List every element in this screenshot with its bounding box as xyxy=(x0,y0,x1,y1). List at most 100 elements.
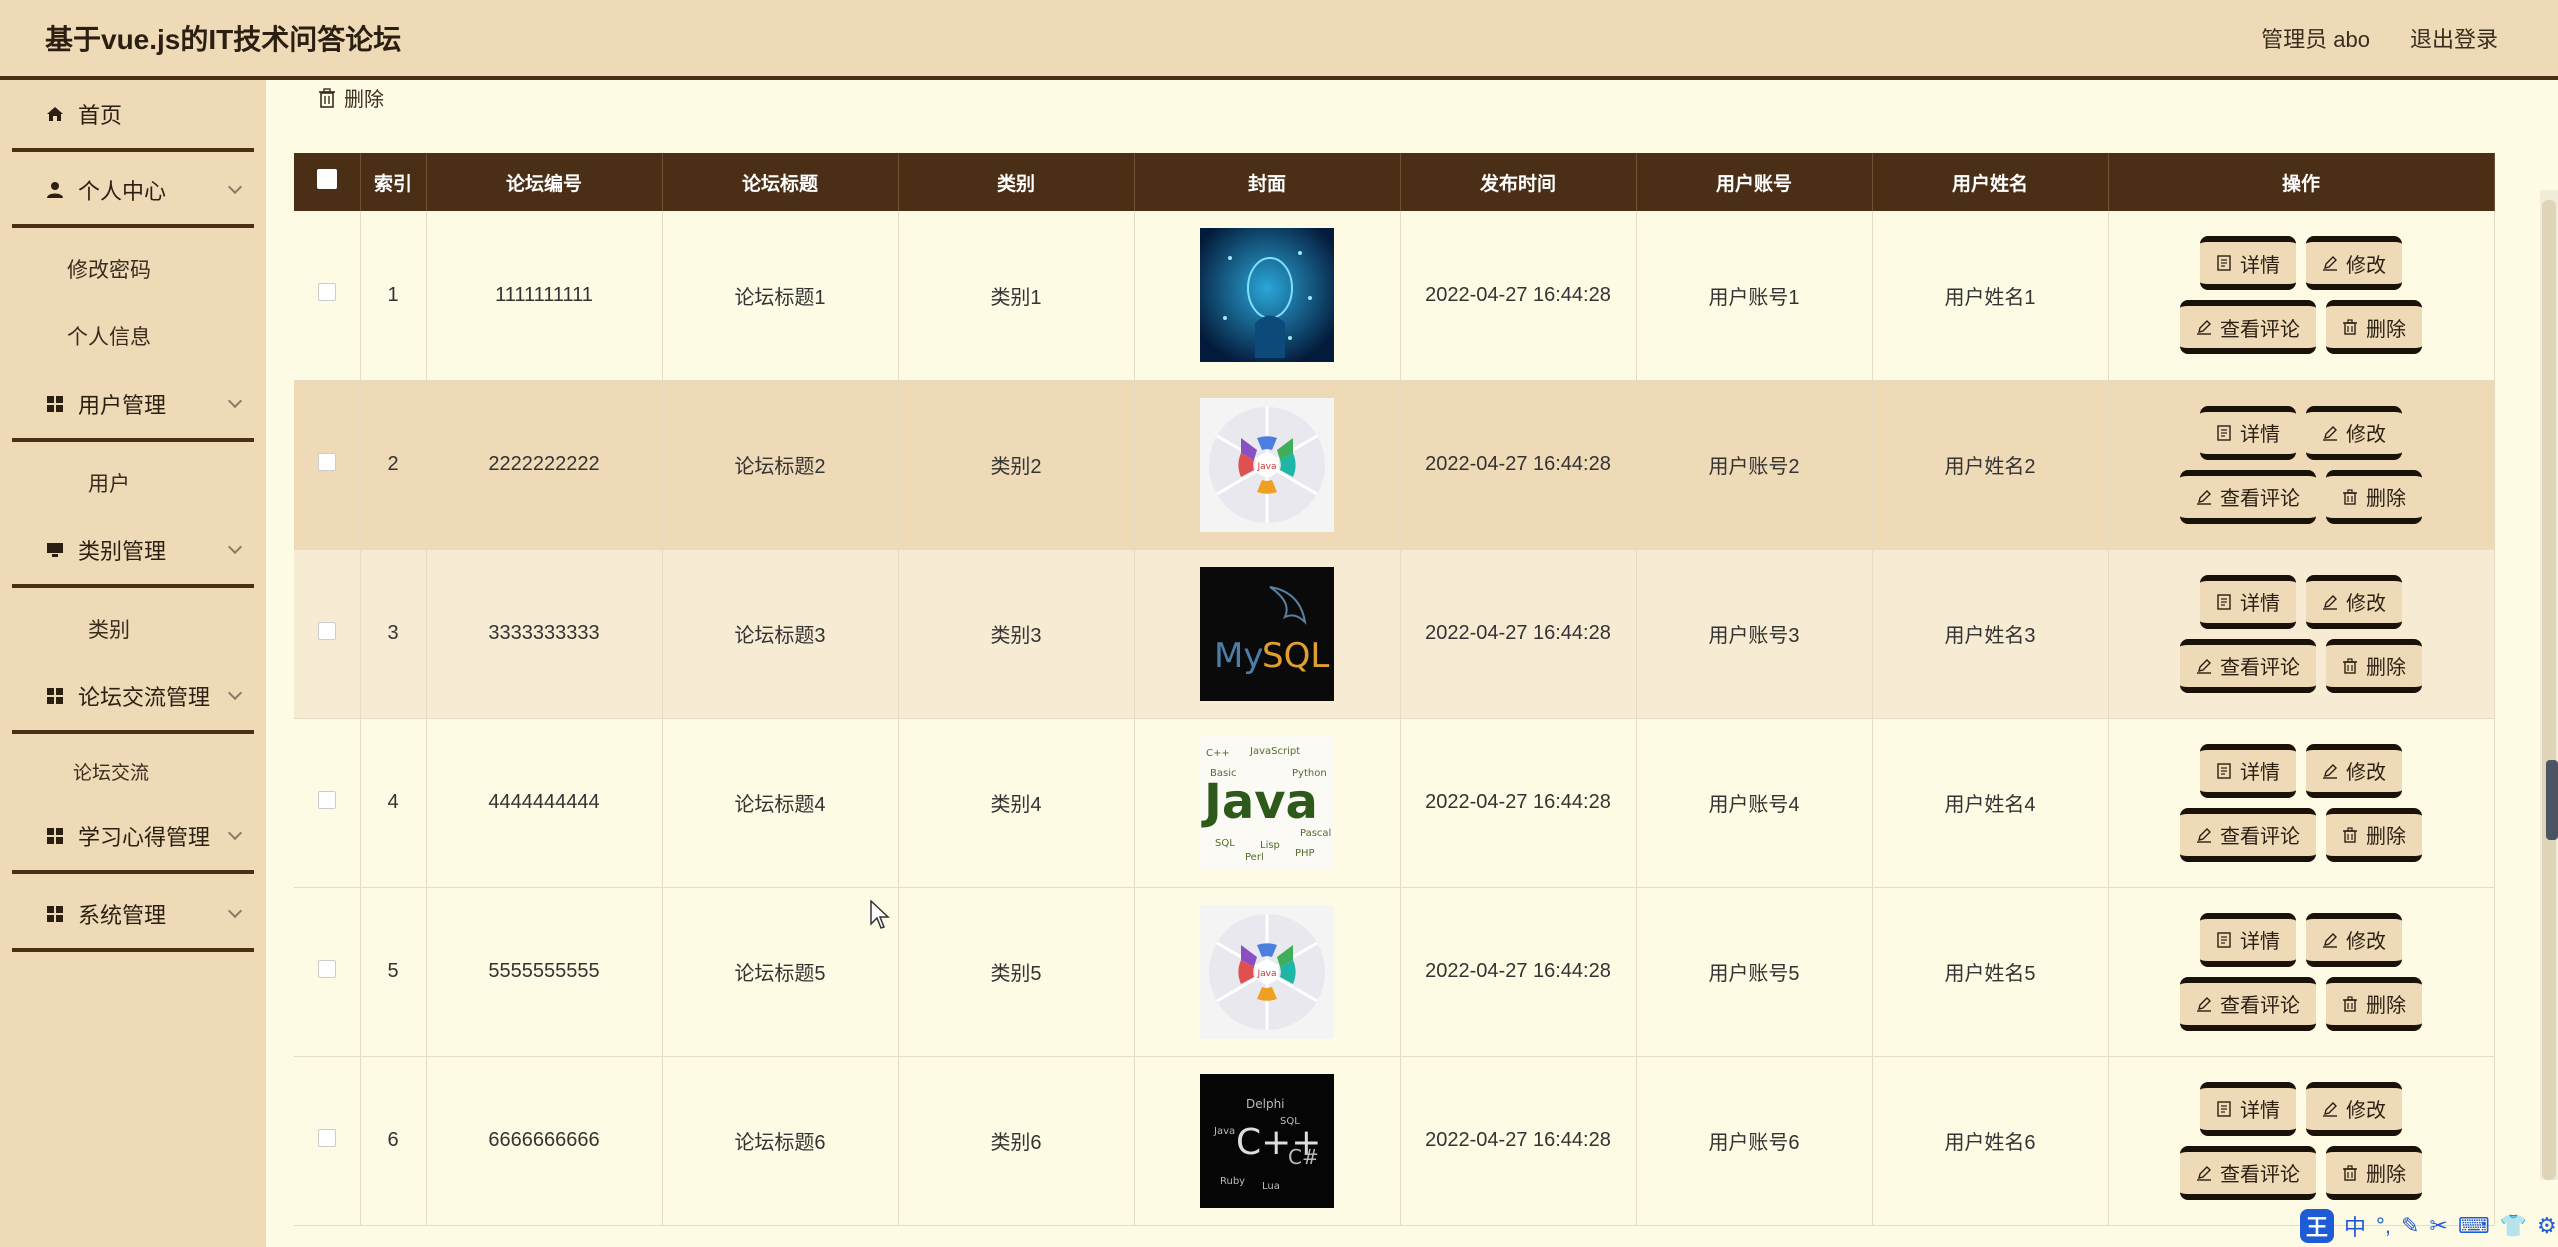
cell-actions: 详情 修改查看评论 删除 xyxy=(2108,718,2495,888)
delete-button[interactable]: 删除 xyxy=(2326,469,2422,524)
scissors-icon[interactable]: ✂ xyxy=(2429,1213,2447,1239)
row-select-cell[interactable] xyxy=(294,211,361,381)
row-select-cell[interactable] xyxy=(294,887,361,1057)
cell-cover: Java xyxy=(1134,380,1401,550)
logout-button[interactable]: 退出登录 xyxy=(2410,22,2498,54)
gear-icon[interactable]: ⚙ xyxy=(2537,1213,2557,1239)
ime-punctuation-icon[interactable]: °, xyxy=(2376,1213,2391,1239)
view-comments-button[interactable]: 查看评论 xyxy=(2180,807,2316,862)
cover-image[interactable] xyxy=(1200,228,1334,363)
pen-icon[interactable]: ✎ xyxy=(2401,1213,2419,1239)
cover-image[interactable]: Java C++ JavaScript Python Basic Pascal SQL Lis… xyxy=(1200,735,1334,870)
delete-button[interactable]: 删除 xyxy=(2326,807,2422,862)
column-header: 封面 xyxy=(1134,153,1401,211)
grid-icon xyxy=(46,905,64,923)
document-icon xyxy=(2217,931,2231,948)
edit-button[interactable]: 修改 xyxy=(2306,574,2402,629)
view-comments-button[interactable]: 查看评论 xyxy=(2180,300,2316,355)
delete-button[interactable]: 删除 xyxy=(2326,976,2422,1031)
row-select-cell[interactable] xyxy=(294,1056,361,1226)
select-all-checkbox[interactable] xyxy=(316,169,337,189)
view-comments-label: 查看评论 xyxy=(2220,488,2300,510)
table-row: 5 5555555555 论坛标题5 类别5 Java 2022-04-27 16:44:… xyxy=(294,887,2495,1057)
cell-index: 4 xyxy=(360,718,427,888)
sidebar-item-category-management[interactable]: 类别管理 xyxy=(12,516,254,588)
scrollbar-thumb[interactable] xyxy=(2542,200,2556,1180)
cell-category: 类别3 xyxy=(898,549,1135,719)
ime-mode-toggle[interactable]: 中 xyxy=(2344,1210,2366,1242)
side-widget-handle[interactable] xyxy=(2546,760,2558,840)
row-select-cell[interactable] xyxy=(294,718,361,888)
cell-title: 论坛标题1 xyxy=(662,211,899,381)
detail-button[interactable]: 详情 xyxy=(2200,405,2296,460)
view-comments-label: 查看评论 xyxy=(2220,657,2300,679)
edit-button[interactable]: 修改 xyxy=(2306,743,2402,798)
row-checkbox[interactable] xyxy=(317,790,336,809)
document-icon xyxy=(2217,762,2231,779)
svg-text:My: My xyxy=(1214,636,1263,676)
ime-logo-icon[interactable]: 王 xyxy=(2300,1209,2334,1243)
cell-title: 论坛标题2 xyxy=(662,380,899,550)
keyboard-icon[interactable]: ⌨ xyxy=(2458,1213,2490,1239)
grid-icon xyxy=(46,687,64,705)
trash-icon xyxy=(2343,488,2357,505)
view-comments-button[interactable]: 查看评论 xyxy=(2180,1145,2316,1200)
edit-button[interactable]: 修改 xyxy=(2306,1081,2402,1136)
row-checkbox[interactable] xyxy=(317,959,336,978)
edit-button[interactable]: 修改 xyxy=(2306,405,2402,460)
sidebar-subitem-change-password[interactable]: 修改密码 xyxy=(67,254,151,284)
view-comments-button[interactable]: 查看评论 xyxy=(2180,638,2316,693)
delete-button[interactable]: 删除 xyxy=(2326,300,2422,355)
trash-icon xyxy=(2343,657,2357,674)
row-checkbox[interactable] xyxy=(317,621,336,640)
row-checkbox[interactable] xyxy=(317,283,336,302)
detail-button[interactable]: 详情 xyxy=(2200,743,2296,798)
detail-button[interactable]: 详情 xyxy=(2200,574,2296,629)
sidebar-item-personal-center[interactable]: 个人中心 xyxy=(12,156,254,228)
view-comments-button[interactable]: 查看评论 xyxy=(2180,469,2316,524)
ime-toolbar: 王 中 °, ✎ ✂ ⌨ 👕 ⚙ xyxy=(2296,1208,2558,1244)
view-comments-label: 查看评论 xyxy=(2220,318,2300,341)
cover-image[interactable]: C++ C# Delphi Java Ruby SQL Lua xyxy=(1200,1073,1334,1208)
sidebar-subitem-user[interactable]: 用户 xyxy=(88,468,130,498)
select-all-cell[interactable] xyxy=(294,153,361,211)
detail-button[interactable]: 详情 xyxy=(2200,1081,2296,1136)
sidebar-item-user-management[interactable]: 用户管理 xyxy=(12,370,254,442)
row-checkbox[interactable] xyxy=(317,452,336,471)
svg-text:Ruby: Ruby xyxy=(1220,1176,1245,1187)
cell-category: 类别4 xyxy=(898,718,1135,888)
shirt-icon[interactable]: 👕 xyxy=(2500,1213,2527,1239)
delete-button[interactable]: 删除 xyxy=(2326,638,2422,693)
svg-text:SQL: SQL xyxy=(1262,636,1329,676)
cell-cover xyxy=(1134,211,1401,381)
grid-icon xyxy=(46,395,64,413)
svg-text:Java: Java xyxy=(1201,774,1318,830)
view-comments-button[interactable]: 查看评论 xyxy=(2180,976,2316,1031)
delete-button[interactable]: 删除 xyxy=(2326,1145,2422,1200)
cell-publish-time: 2022-04-27 16:44:28 xyxy=(1400,887,1637,1057)
cover-image[interactable]: Java xyxy=(1200,397,1334,532)
edit-icon xyxy=(2197,320,2211,335)
cover-image[interactable]: My SQL xyxy=(1200,566,1334,701)
document-icon xyxy=(2217,255,2231,271)
cell-publish-time: 2022-04-27 16:44:28 xyxy=(1400,1056,1637,1226)
detail-button[interactable]: 详情 xyxy=(2200,912,2296,967)
row-select-cell[interactable] xyxy=(294,380,361,550)
sidebar-subitem-forum[interactable]: 论坛交流 xyxy=(73,758,149,785)
sidebar-subitem-category[interactable]: 类别 xyxy=(88,614,130,644)
row-select-cell[interactable] xyxy=(294,549,361,719)
chevron-down-icon xyxy=(227,685,243,701)
sidebar-item-home[interactable]: 首页 xyxy=(12,80,254,152)
cover-image[interactable]: Java xyxy=(1200,904,1334,1039)
cell-cover: Java C++ JavaScript Python Basic Pascal SQL Lis… xyxy=(1134,718,1401,888)
batch-delete-button[interactable]: 删除 xyxy=(318,83,384,112)
edit-button[interactable]: 修改 xyxy=(2306,912,2402,967)
sidebar-item-system-management[interactable]: 系统管理 xyxy=(12,880,254,952)
sidebar-item-study-notes-management[interactable]: 学习心得管理 xyxy=(12,802,254,874)
edit-button[interactable]: 修改 xyxy=(2306,236,2402,291)
sidebar-subitem-personal-info[interactable]: 个人信息 xyxy=(67,321,151,351)
detail-button[interactable]: 详情 xyxy=(2200,236,2296,291)
sidebar-item-forum-management[interactable]: 论坛交流管理 xyxy=(12,662,254,734)
row-checkbox[interactable] xyxy=(317,1128,336,1147)
delete-label: 删除 xyxy=(2366,995,2406,1017)
